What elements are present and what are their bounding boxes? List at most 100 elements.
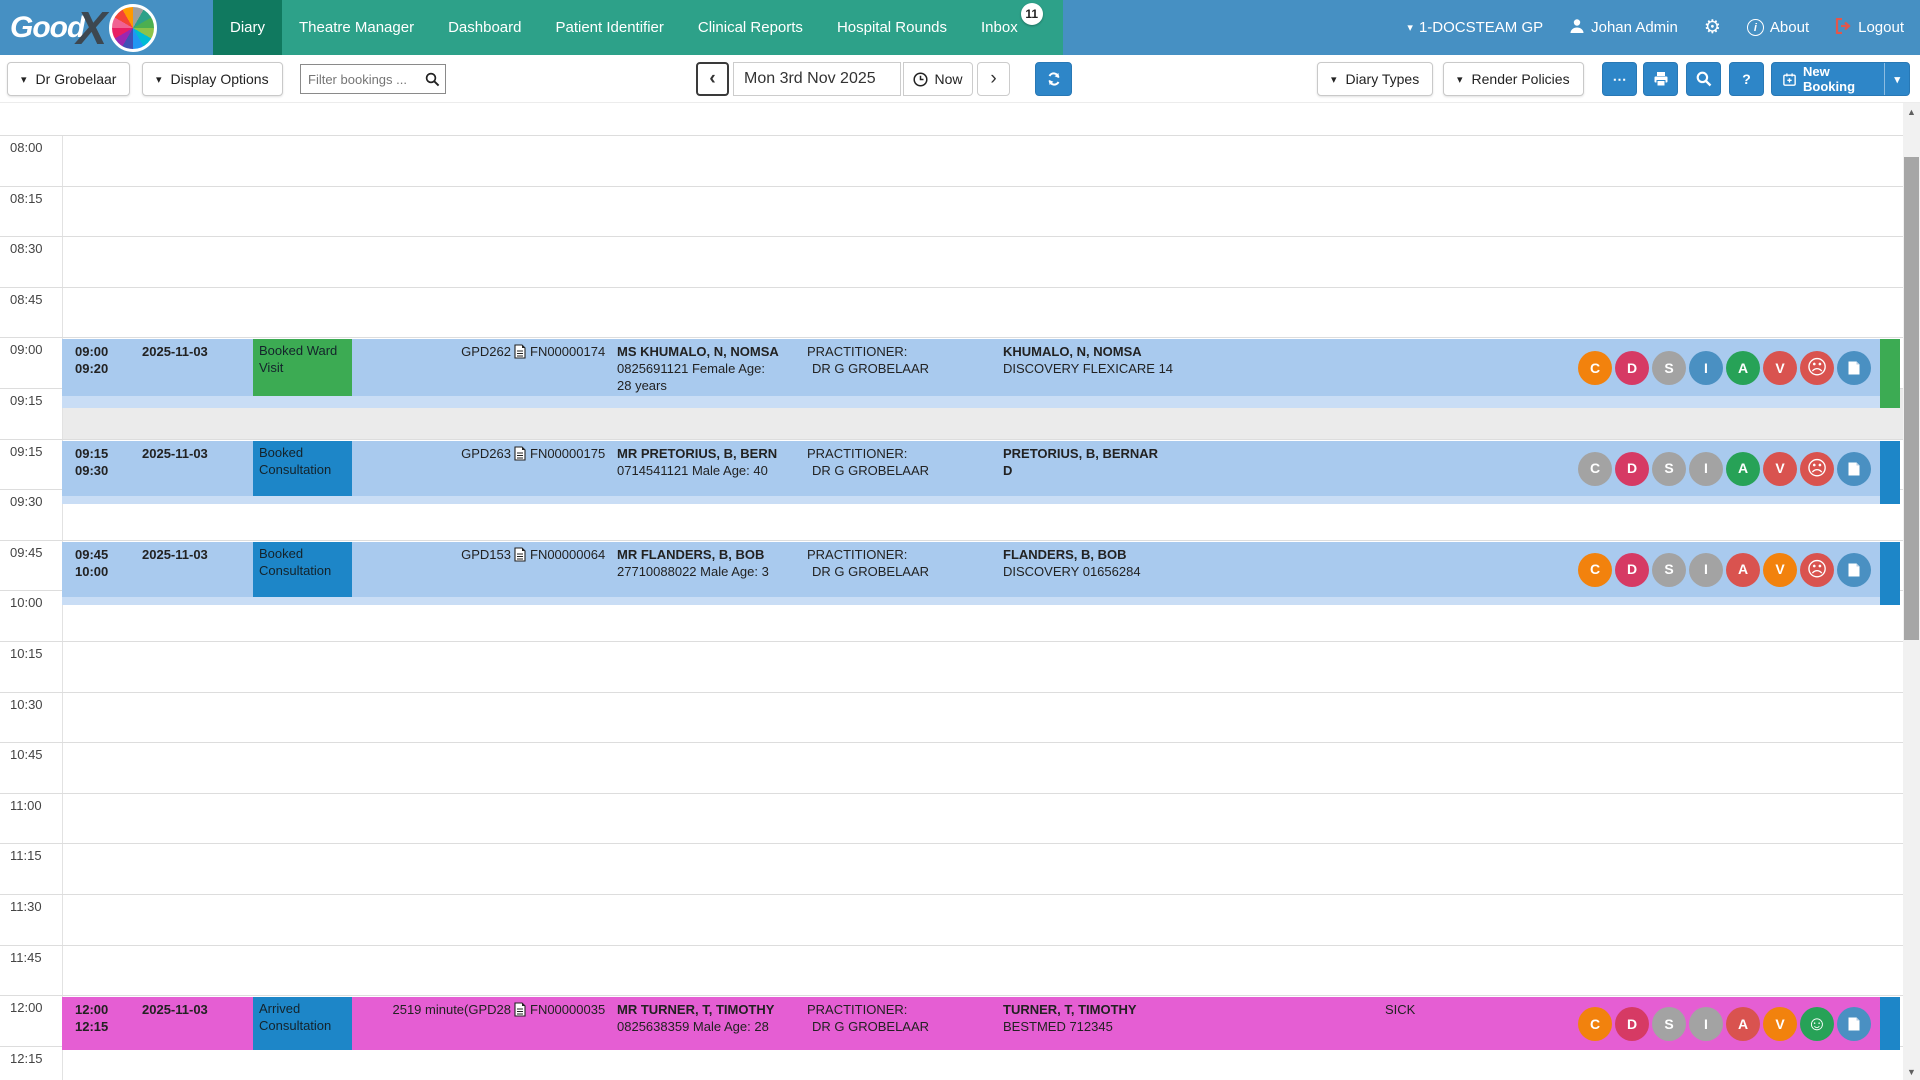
- sad-face-icon[interactable]: ☹: [1800, 452, 1834, 486]
- action-i-button[interactable]: I: [1689, 1007, 1723, 1041]
- nav-item-inbox[interactable]: Inbox11: [964, 0, 1035, 55]
- chevron-down-icon[interactable]: ▾: [1884, 63, 1909, 95]
- action-d-button[interactable]: D: [1615, 553, 1649, 587]
- action-i-button[interactable]: I: [1689, 553, 1723, 587]
- nav-item-label: Clinical Reports: [698, 19, 803, 36]
- appointment-row[interactable]: 09:0009:202025-11-03Booked Ward VisitGPD…: [62, 339, 1900, 396]
- nav-item-dashboard[interactable]: Dashboard: [431, 0, 538, 55]
- action-i-button[interactable]: I: [1689, 452, 1723, 486]
- new-booking-button[interactable]: New Booking ▾: [1771, 62, 1910, 96]
- nav-item-diary[interactable]: Diary: [213, 0, 282, 55]
- nav-item-clinical-reports[interactable]: Clinical Reports: [681, 0, 820, 55]
- debtor-code: 2519 minute(GPD28: [62, 1001, 511, 1018]
- scrollbar-thumb[interactable]: [1904, 157, 1919, 640]
- practice-selector[interactable]: ▾ 1-DOCSTEAM GP: [1407, 19, 1543, 36]
- action-d-button[interactable]: D: [1615, 452, 1649, 486]
- file-number: FN00000064: [530, 546, 605, 563]
- action-c-button[interactable]: C: [1578, 351, 1612, 385]
- action-letter: I: [1704, 561, 1708, 578]
- appointment-row[interactable]: 09:1509:302025-11-03Booked ConsultationG…: [62, 441, 1900, 496]
- practitioner-label: PRACTITIONER:: [807, 1001, 929, 1018]
- action-s-button[interactable]: S: [1652, 1007, 1686, 1041]
- time-slot-label: 09:30: [10, 494, 43, 509]
- action-s-button[interactable]: S: [1652, 351, 1686, 385]
- appointment-row[interactable]: 09:4510:002025-11-03Booked ConsultationG…: [62, 542, 1900, 597]
- info-icon: i: [1747, 19, 1764, 36]
- action-letter: S: [1664, 360, 1673, 377]
- action-buttons: CDSIAV☹: [1578, 351, 1871, 385]
- action-a-button[interactable]: A: [1726, 1007, 1760, 1041]
- action-v-button[interactable]: V: [1763, 452, 1797, 486]
- calendar-plus-icon: [1783, 72, 1796, 87]
- note-icon[interactable]: [1837, 351, 1871, 385]
- patient-name: MR FLANDERS, B, BOB: [617, 546, 809, 563]
- booking-note: SICK: [1385, 1001, 1415, 1018]
- action-a-button[interactable]: A: [1726, 452, 1760, 486]
- refresh-button[interactable]: [1035, 62, 1072, 96]
- practitioner-dropdown[interactable]: ▾ Dr Grobelaar: [7, 62, 130, 96]
- action-s-button[interactable]: S: [1652, 452, 1686, 486]
- action-i-button[interactable]: I: [1689, 351, 1723, 385]
- sad-face-icon[interactable]: ☹: [1800, 351, 1834, 385]
- inbox-count-badge: 11: [1021, 3, 1043, 25]
- date-display[interactable]: Mon 3rd Nov 2025: [733, 62, 901, 96]
- user-label: Johan Admin: [1591, 19, 1678, 36]
- action-v-button[interactable]: V: [1763, 553, 1797, 587]
- user-menu[interactable]: Johan Admin: [1569, 18, 1678, 38]
- action-v-button[interactable]: V: [1763, 351, 1797, 385]
- print-button[interactable]: [1643, 62, 1678, 96]
- about-button[interactable]: i About: [1747, 19, 1809, 36]
- note-icon[interactable]: [1837, 1007, 1871, 1041]
- more-options-button[interactable]: ⋯: [1602, 62, 1637, 96]
- nav-item-hospital-rounds[interactable]: Hospital Rounds: [820, 0, 964, 55]
- search-button[interactable]: [1686, 62, 1721, 96]
- patient-detail: 0714541121 Male Age: 40: [617, 462, 809, 479]
- action-s-button[interactable]: S: [1652, 553, 1686, 587]
- document-icon[interactable]: [514, 547, 526, 566]
- action-letter: C: [1590, 460, 1600, 477]
- time-slot-label: 11:45: [10, 950, 42, 965]
- patient-detail: 27710088022 Male Age: 3: [617, 563, 809, 580]
- logout-button[interactable]: Logout: [1835, 18, 1904, 38]
- nav-item-patient-identifier[interactable]: Patient Identifier: [538, 0, 680, 55]
- action-d-button[interactable]: D: [1615, 1007, 1649, 1041]
- document-icon[interactable]: [514, 446, 526, 465]
- render-policies-dropdown[interactable]: ▾ Render Policies: [1443, 62, 1584, 96]
- now-button[interactable]: Now: [903, 62, 973, 96]
- scroll-up-button[interactable]: ▲: [1903, 103, 1920, 120]
- patient-detail: 0825691121 Female Age:: [617, 360, 809, 377]
- happy-face-icon[interactable]: ☺: [1800, 1007, 1834, 1041]
- scroll-down-button[interactable]: ▼: [1903, 1063, 1920, 1080]
- account-info: PRETORIUS, B, BERNARD: [1003, 445, 1203, 479]
- diary-types-dropdown[interactable]: ▾ Diary Types: [1317, 62, 1433, 96]
- time-slot-label: 12:00: [10, 1000, 43, 1015]
- sad-face-icon[interactable]: ☹: [1800, 553, 1834, 587]
- appointment-row[interactable]: 12:0012:152025-11-03Arrived Consultation…: [62, 997, 1900, 1050]
- slot-grid-line: [0, 692, 1903, 693]
- display-options-dropdown[interactable]: ▾ Display Options: [142, 62, 283, 96]
- note-icon[interactable]: [1837, 452, 1871, 486]
- next-day-button[interactable]: ›: [977, 62, 1010, 96]
- settings-button[interactable]: ⚙: [1704, 16, 1721, 39]
- note-icon[interactable]: [1837, 553, 1871, 587]
- action-c-button[interactable]: C: [1578, 452, 1612, 486]
- prev-day-button[interactable]: ‹: [696, 62, 729, 96]
- status-color-bar: [1880, 542, 1900, 605]
- practitioner-info: PRACTITIONER:DR G GROBELAAR: [807, 546, 929, 580]
- nav-item-theatre-manager[interactable]: Theatre Manager: [282, 0, 431, 55]
- status-color-bar: [1880, 339, 1900, 408]
- action-a-button[interactable]: A: [1726, 351, 1760, 385]
- document-icon[interactable]: [514, 1002, 526, 1021]
- practitioner-info: PRACTITIONER:DR G GROBELAAR: [807, 445, 929, 479]
- action-c-button[interactable]: C: [1578, 553, 1612, 587]
- slot-grid-line: [0, 540, 1903, 541]
- action-c-button[interactable]: C: [1578, 1007, 1612, 1041]
- action-a-button[interactable]: A: [1726, 553, 1760, 587]
- help-button[interactable]: ?: [1729, 62, 1764, 96]
- action-letter: C: [1590, 1016, 1600, 1033]
- action-letter: D: [1627, 561, 1637, 578]
- document-icon[interactable]: [514, 344, 526, 363]
- action-d-button[interactable]: D: [1615, 351, 1649, 385]
- filter-bookings-input[interactable]: [301, 72, 425, 87]
- action-v-button[interactable]: V: [1763, 1007, 1797, 1041]
